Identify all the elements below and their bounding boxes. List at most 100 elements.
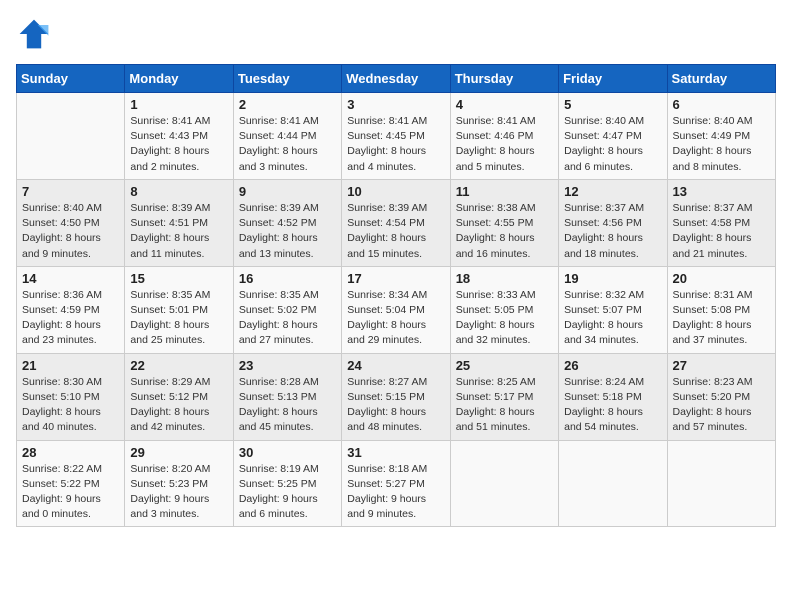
day-number: 23 <box>239 358 336 373</box>
header-day: Friday <box>559 65 667 93</box>
day-info: Sunrise: 8:31 AMSunset: 5:08 PMDaylight:… <box>673 288 770 349</box>
day-number: 25 <box>456 358 553 373</box>
day-number: 30 <box>239 445 336 460</box>
day-info: Sunrise: 8:18 AMSunset: 5:27 PMDaylight:… <box>347 462 444 523</box>
calendar-cell: 9Sunrise: 8:39 AMSunset: 4:52 PMDaylight… <box>233 179 341 266</box>
calendar-cell: 23 Sunrise: 8:28 AMSunset: 5:13 PMDayligh… <box>233 353 341 440</box>
day-info: Sunrise: 8:20 AMSunset: 5:23 PMDaylight:… <box>130 462 227 523</box>
calendar-cell: 31 Sunrise: 8:18 AMSunset: 5:27 PMDayligh… <box>342 440 450 527</box>
day-info: Sunrise: 8:41 AMSunset: 4:44 PMDaylight:… <box>239 114 336 175</box>
logo <box>16 16 58 52</box>
calendar-table: SundayMondayTuesdayWednesdayThursdayFrid… <box>16 64 776 527</box>
day-number: 1 <box>130 97 227 112</box>
day-info: Sunrise: 8:39 AMSunset: 4:54 PMDaylight:… <box>347 201 444 262</box>
day-info: Sunrise: 8:29 AMSunset: 5:12 PMDaylight:… <box>130 375 227 436</box>
day-info: Sunrise: 8:40 AMSunset: 4:49 PMDaylight:… <box>673 114 770 175</box>
calendar-week-row: 7 Sunrise: 8:40 AMSunset: 4:50 PMDaylight… <box>17 179 776 266</box>
day-number: 14 <box>22 271 119 286</box>
day-info: Sunrise: 8:25 AMSunset: 5:17 PMDaylight:… <box>456 375 553 436</box>
day-number: 12 <box>564 184 661 199</box>
calendar-cell <box>559 440 667 527</box>
header-row: SundayMondayTuesdayWednesdayThursdayFrid… <box>17 65 776 93</box>
calendar-cell: 30 Sunrise: 8:19 AMSunset: 5:25 PMDayligh… <box>233 440 341 527</box>
calendar-cell: 29 Sunrise: 8:20 AMSunset: 5:23 PMDayligh… <box>125 440 233 527</box>
day-info: Sunrise: 8:41 AMSunset: 4:45 PMDaylight:… <box>347 114 444 175</box>
header-day: Tuesday <box>233 65 341 93</box>
day-number: 29 <box>130 445 227 460</box>
day-info: Sunrise: 8:24 AMSunset: 5:18 PMDaylight:… <box>564 375 661 436</box>
day-number: 17 <box>347 271 444 286</box>
day-number: 6 <box>673 97 770 112</box>
calendar-cell: 10 Sunrise: 8:39 AMSunset: 4:54 PMDayligh… <box>342 179 450 266</box>
page-header <box>16 16 776 52</box>
day-number: 10 <box>347 184 444 199</box>
calendar-cell: 22 Sunrise: 8:29 AMSunset: 5:12 PMDayligh… <box>125 353 233 440</box>
calendar-cell <box>17 93 125 180</box>
day-info: Sunrise: 8:32 AMSunset: 5:07 PMDaylight:… <box>564 288 661 349</box>
header-day: Monday <box>125 65 233 93</box>
day-number: 11 <box>456 184 553 199</box>
calendar-cell: 5 Sunrise: 8:40 AMSunset: 4:47 PMDaylight… <box>559 93 667 180</box>
day-number: 27 <box>673 358 770 373</box>
day-number: 31 <box>347 445 444 460</box>
calendar-cell: 14Sunrise: 8:36 AMSunset: 4:59 PMDayligh… <box>17 266 125 353</box>
day-info: Sunrise: 8:40 AMSunset: 4:47 PMDaylight:… <box>564 114 661 175</box>
calendar-cell: 27 Sunrise: 8:23 AMSunset: 5:20 PMDayligh… <box>667 353 775 440</box>
header-day: Thursday <box>450 65 558 93</box>
day-info: Sunrise: 8:37 AMSunset: 4:56 PMDaylight:… <box>564 201 661 262</box>
calendar-cell: 1Sunrise: 8:41 AMSunset: 4:43 PMDaylight… <box>125 93 233 180</box>
day-number: 2 <box>239 97 336 112</box>
day-number: 26 <box>564 358 661 373</box>
day-info: Sunrise: 8:38 AMSunset: 4:55 PMDaylight:… <box>456 201 553 262</box>
header-day: Saturday <box>667 65 775 93</box>
calendar-week-row: 1Sunrise: 8:41 AMSunset: 4:43 PMDaylight… <box>17 93 776 180</box>
day-number: 13 <box>673 184 770 199</box>
calendar-cell: 18 Sunrise: 8:33 AMSunset: 5:05 PMDayligh… <box>450 266 558 353</box>
day-info: Sunrise: 8:37 AMSunset: 4:58 PMDaylight:… <box>673 201 770 262</box>
day-number: 22 <box>130 358 227 373</box>
day-number: 3 <box>347 97 444 112</box>
calendar-body: 1Sunrise: 8:41 AMSunset: 4:43 PMDaylight… <box>17 93 776 527</box>
day-info: Sunrise: 8:22 AMSunset: 5:22 PMDaylight:… <box>22 462 119 523</box>
calendar-cell: 15Sunrise: 8:35 AMSunset: 5:01 PMDayligh… <box>125 266 233 353</box>
calendar-cell: 7 Sunrise: 8:40 AMSunset: 4:50 PMDaylight… <box>17 179 125 266</box>
day-info: Sunrise: 8:30 AMSunset: 5:10 PMDaylight:… <box>22 375 119 436</box>
calendar-week-row: 28 Sunrise: 8:22 AMSunset: 5:22 PMDayligh… <box>17 440 776 527</box>
calendar-cell: 25 Sunrise: 8:25 AMSunset: 5:17 PMDayligh… <box>450 353 558 440</box>
calendar-cell <box>667 440 775 527</box>
day-info: Sunrise: 8:34 AMSunset: 5:04 PMDaylight:… <box>347 288 444 349</box>
day-number: 8 <box>130 184 227 199</box>
day-info: Sunrise: 8:39 AMSunset: 4:51 PMDaylight:… <box>130 201 227 262</box>
calendar-cell: 11 Sunrise: 8:38 AMSunset: 4:55 PMDayligh… <box>450 179 558 266</box>
day-number: 24 <box>347 358 444 373</box>
calendar-cell <box>450 440 558 527</box>
calendar-cell: 21Sunrise: 8:30 AMSunset: 5:10 PMDayligh… <box>17 353 125 440</box>
calendar-week-row: 14Sunrise: 8:36 AMSunset: 4:59 PMDayligh… <box>17 266 776 353</box>
calendar-cell: 12 Sunrise: 8:37 AMSunset: 4:56 PMDayligh… <box>559 179 667 266</box>
calendar-cell: 8 Sunrise: 8:39 AMSunset: 4:51 PMDaylight… <box>125 179 233 266</box>
calendar-cell: 28 Sunrise: 8:22 AMSunset: 5:22 PMDayligh… <box>17 440 125 527</box>
calendar-cell: 16Sunrise: 8:35 AMSunset: 5:02 PMDayligh… <box>233 266 341 353</box>
day-info: Sunrise: 8:33 AMSunset: 5:05 PMDaylight:… <box>456 288 553 349</box>
day-number: 15 <box>130 271 227 286</box>
day-info: Sunrise: 8:40 AMSunset: 4:50 PMDaylight:… <box>22 201 119 262</box>
day-info: Sunrise: 8:19 AMSunset: 5:25 PMDaylight:… <box>239 462 336 523</box>
day-number: 28 <box>22 445 119 460</box>
calendar-cell: 4Sunrise: 8:41 AMSunset: 4:46 PMDaylight… <box>450 93 558 180</box>
calendar-week-row: 21Sunrise: 8:30 AMSunset: 5:10 PMDayligh… <box>17 353 776 440</box>
day-info: Sunrise: 8:27 AMSunset: 5:15 PMDaylight:… <box>347 375 444 436</box>
day-info: Sunrise: 8:39 AMSunset: 4:52 PMDaylight:… <box>239 201 336 262</box>
day-number: 19 <box>564 271 661 286</box>
calendar-cell: 3 Sunrise: 8:41 AMSunset: 4:45 PMDaylight… <box>342 93 450 180</box>
calendar-header: SundayMondayTuesdayWednesdayThursdayFrid… <box>17 65 776 93</box>
day-number: 18 <box>456 271 553 286</box>
day-number: 7 <box>22 184 119 199</box>
calendar-cell: 26 Sunrise: 8:24 AMSunset: 5:18 PMDayligh… <box>559 353 667 440</box>
header-day: Wednesday <box>342 65 450 93</box>
day-info: Sunrise: 8:28 AMSunset: 5:13 PMDaylight:… <box>239 375 336 436</box>
calendar-cell: 17 Sunrise: 8:34 AMSunset: 5:04 PMDayligh… <box>342 266 450 353</box>
header-day: Sunday <box>17 65 125 93</box>
day-number: 16 <box>239 271 336 286</box>
day-info: Sunrise: 8:23 AMSunset: 5:20 PMDaylight:… <box>673 375 770 436</box>
day-number: 5 <box>564 97 661 112</box>
